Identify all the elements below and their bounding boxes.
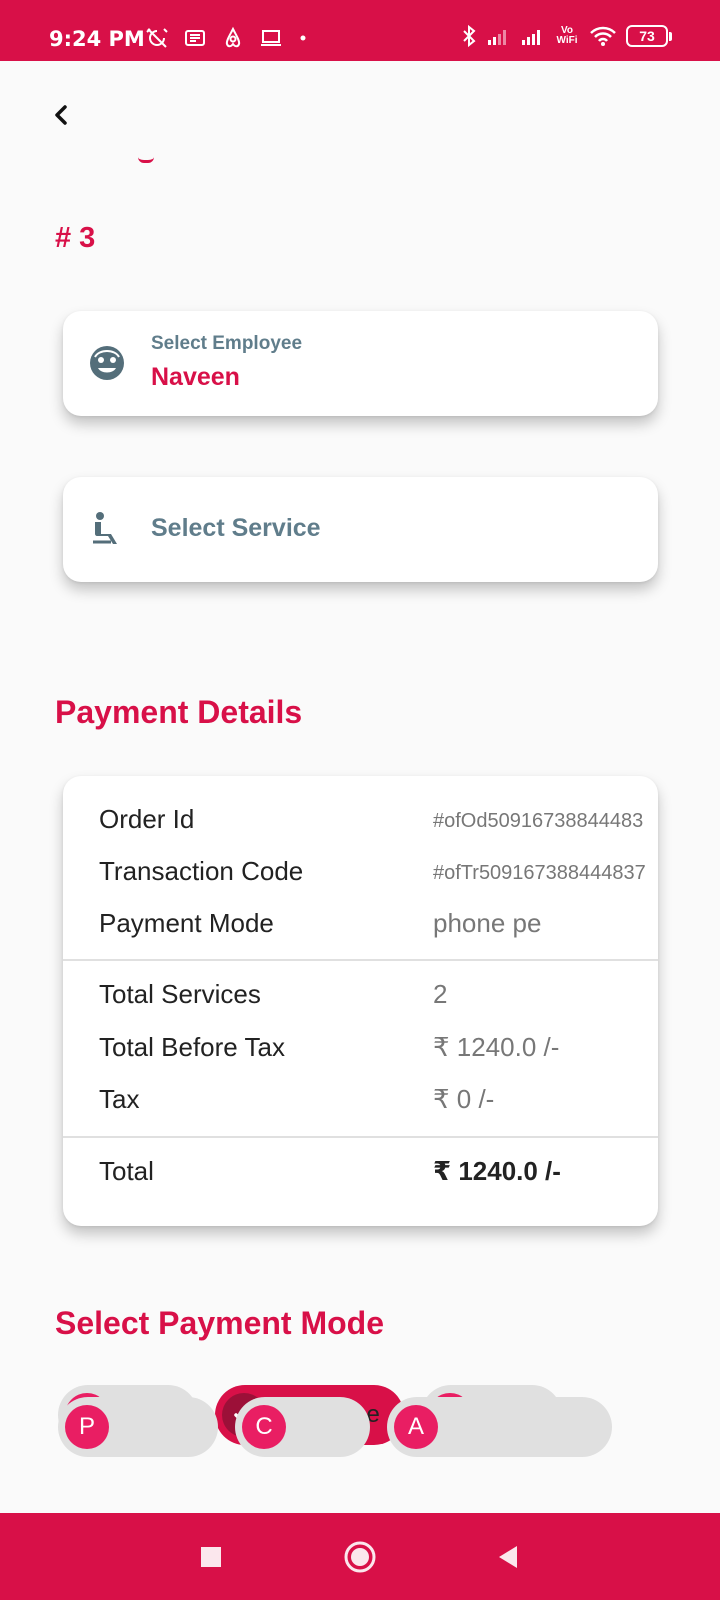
triangle-back-icon [499,1546,517,1568]
circle-icon [344,1541,376,1573]
order-id-row: Order Id #ofOd50916738844483 [99,804,644,844]
wifi-icon [588,24,618,48]
tax-value: ₹ 0 /- [433,1084,495,1114]
service-label: Select Service [151,514,321,542]
chip-avatar: A [394,1405,438,1449]
tax-row: Tax ₹ 0 /- [99,1084,642,1124]
home-button[interactable] [342,1539,378,1575]
chip-avatar: C [242,1405,286,1449]
select-employee-card[interactable]: Select Employee Naveen [63,311,658,416]
main-content: # 3 Select Employee Naveen Select Servic… [0,61,720,1513]
payment-mode-value: phone pe [433,908,542,938]
tax-label: Tax [99,1084,140,1114]
battery-icon: 73 [626,25,672,47]
chip-partial[interactable]: A [387,1397,612,1457]
decorative-mark [138,157,154,163]
divider [63,959,658,961]
order-number: # 3 [55,222,96,254]
square-icon [201,1547,221,1567]
total-before-tax-value: ₹ 1240.0 /- [433,1032,560,1062]
seat-icon [87,509,127,549]
total-before-tax-label: Total Before Tax [99,1032,285,1062]
divider [63,1136,658,1138]
news-icon [182,26,208,50]
alarm-off-icon [144,26,170,50]
total-services-label: Total Services [99,979,261,1009]
chip-avatar: P [65,1405,109,1449]
payment-mode-label: Payment Mode [99,908,274,938]
transaction-code-row: Transaction Code #ofTr509167388444837 [99,856,646,896]
status-time: 9:24 PM [49,27,145,51]
total-services-value: 2 [433,979,448,1009]
signal-icon [520,24,546,48]
signal-icon [486,24,512,48]
transaction-code-value: #ofTr509167388444837 [433,862,646,884]
chip-partial[interactable]: P [58,1397,218,1457]
status-bar: 9:24 PM Vo WiFi 73 [0,0,720,61]
system-nav-bar [0,1513,720,1600]
back-button[interactable] [42,95,82,135]
payment-mode-row: Payment Mode phone pe [99,908,642,948]
employee-label: Select Employee [151,333,303,354]
recents-button[interactable] [193,1539,229,1575]
total-before-tax-row: Total Before Tax ₹ 1240.0 /- [99,1032,642,1072]
dot-icon [296,26,310,50]
bluetooth-icon [460,24,478,48]
laptop-icon [258,26,284,50]
total-value: ₹ 1240.0 /- [433,1156,561,1186]
vowifi-icon: Vo WiFi [556,25,578,46]
total-label: Total [99,1156,154,1186]
chevron-left-icon [55,105,67,125]
transaction-code-label: Transaction Code [99,856,304,886]
airbnb-icon [220,26,246,50]
total-services-row: Total Services 2 [99,979,642,1019]
select-service-card[interactable]: Select Service [63,477,658,582]
payment-details-card: Order Id #ofOd50916738844483 Transaction… [63,776,658,1226]
total-row: Total ₹ 1240.0 /- [99,1156,642,1196]
chip-partial[interactable]: C [235,1397,370,1457]
employee-value: Naveen [151,363,240,391]
back-nav-button[interactable] [491,1539,527,1575]
payment-mode-chips-row2: P C A [58,1397,612,1457]
order-id-value: #ofOd50916738844483 [433,810,644,832]
select-payment-mode-title: Select Payment Mode [55,1305,384,1341]
face-icon [87,343,127,383]
battery-level: 73 [626,25,668,47]
order-id-label: Order Id [99,804,195,834]
payment-details-title: Payment Details [55,694,303,730]
